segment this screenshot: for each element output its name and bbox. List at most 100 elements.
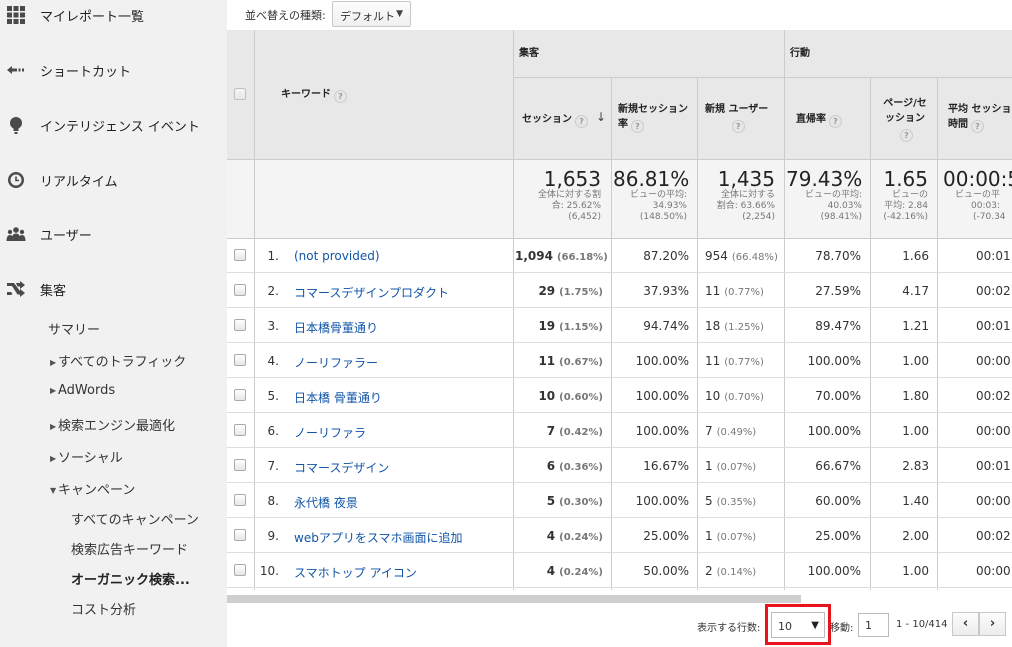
row-checkbox[interactable] [234,529,246,541]
select-all-checkbox[interactable] [234,88,246,100]
sessions-value: 4 [546,564,556,578]
column-header-pages-per-session[interactable]: ページ/セ ッション ? [879,96,931,142]
help-icon[interactable]: ? [575,115,588,128]
prev-page-button[interactable]: ‹ [952,612,979,636]
new-users-value: 1 [705,459,713,473]
sidebar-item-all-traffic[interactable]: ▶ すべてのトラフィック [50,351,186,370]
sessions-percent: (0.42%) [559,427,603,438]
table-row: 2. コマースデザインプロダクト 29 (1.75%) 37.93% 11 (0.7… [227,273,1012,308]
keyword-link[interactable]: スマホトップ アイコン [294,564,417,581]
grid-icon [7,6,25,24]
sidebar-item-label: コスト分析 [71,603,137,618]
sidebar-item-users[interactable]: ユーザー [0,214,227,254]
sidebar-item-social[interactable]: ▶ ソーシャル [50,447,123,466]
sessions-value: 10 [538,389,556,403]
sidebar-item-acquisition[interactable]: 集客 [0,269,227,309]
users-icon [6,227,26,241]
help-icon[interactable]: ? [631,120,644,133]
row-number: 3. [267,319,279,333]
column-header-label: ページ/セ [883,98,927,109]
sidebar-item-all-campaigns[interactable]: すべてのキャンペーン [71,509,199,528]
sessions-value: 4 [546,529,556,543]
new-users-value: 11 [705,354,721,368]
column-header-bounce-rate[interactable]: 直帰率? [796,112,842,128]
sidebar-item-cost-analysis[interactable]: コスト分析 [71,599,136,618]
sort-descending-arrow-icon[interactable]: ↓ [596,110,606,124]
sidebar-item-paid-keywords[interactable]: 検索広告キーワード [71,539,188,558]
help-icon[interactable]: ? [731,120,745,133]
sessions-cell: 1,094 (66.18%) [515,249,608,265]
row-checkbox[interactable] [234,459,246,471]
help-icon[interactable]: ? [829,115,842,128]
sidebar-item-intelligence-events[interactable]: インテリジェンス イベント [0,105,227,145]
sessions-cell: 19 (1.15%) [515,319,603,335]
sidebar-item-adwords[interactable]: ▶ AdWords [50,383,115,398]
new-sessions-rate-cell: 87.20% [643,249,689,263]
sort-type-dropdown[interactable]: デフォルト ▼ [332,1,411,27]
column-header-sessions[interactable]: セッション? [522,112,588,128]
next-page-button[interactable]: › [979,612,1006,636]
sidebar-item-seo[interactable]: ▶ 検索エンジン最適化 [50,415,175,434]
new-sessions-rate-cell: 37.93% [643,284,689,298]
keyword-link[interactable]: (not provided) [294,249,380,263]
row-checkbox[interactable] [234,564,246,576]
rows-per-page-label: 表示する行数: [697,623,761,634]
row-checkbox[interactable] [234,319,246,331]
row-number: 1. [267,249,279,263]
keyword-link[interactable]: 日本橋 骨董通り [294,389,382,406]
help-icon[interactable]: ? [334,90,347,103]
row-checkbox[interactable] [234,424,246,436]
column-header-avg-session-duration[interactable]: 平均 セッション 時間? [948,102,1012,133]
new-users-percent: (0.49%) [716,427,757,438]
avg-session-duration-cell: 00:01: [976,319,1012,333]
table-row: 3. 日本橋骨董通り 19 (1.15%) 94.74% 18 (1.25%) 89… [227,308,1012,343]
bounce-rate-cell: 60.00% [815,494,861,508]
sidebar-item-campaigns[interactable]: ▼ キャンペーン [50,479,135,498]
keyword-link[interactable]: コマースデザインプロダクト [294,284,449,301]
help-icon[interactable]: ? [971,120,984,133]
new-users-percent: (0.07%) [716,462,757,473]
sidebar-item-summary[interactable]: サマリー [48,319,100,338]
new-users-percent: (0.77%) [724,357,764,368]
sessions-cell: 6 (0.36%) [515,459,603,475]
sidebar-item-organic-search[interactable]: オーガニック検索... [71,569,190,588]
row-checkbox[interactable] [234,249,246,261]
pages-per-session-cell: 1.21 [902,319,929,333]
help-icon[interactable]: ? [900,129,913,142]
row-checkbox[interactable] [234,284,246,296]
keyword-link[interactable]: 永代橋 夜景 [294,494,358,511]
total-avg-session-duration: 00:00:5 ビューの平 00:03: (-70.34 [943,168,1012,223]
sidebar-item-realtime[interactable]: リアルタイム [0,160,227,200]
row-number: 10. [259,564,279,578]
pages-per-session-cell: 4.17 [902,284,929,298]
row-divider [227,587,1012,588]
keyword-link[interactable]: ノーリファラー [294,354,378,371]
total-note: ビューの平均: [629,190,687,200]
sidebar-item-shortcuts[interactable]: ショートカット [0,50,227,90]
column-header-label: 平均 セッション [948,104,1012,115]
sort-type-label: 並べ替えの種類: [245,9,326,22]
keyword-link[interactable]: コマースデザイン [294,459,389,476]
sessions-cell: 5 (0.30%) [515,494,603,510]
row-checkbox[interactable] [234,389,246,401]
goto-page-input[interactable]: 1 [858,613,889,637]
row-number: 7. [267,459,279,473]
new-users-percent: (0.70%) [724,392,764,403]
keyword-link[interactable]: webアプリをスマホ画面に追加 [294,529,462,546]
column-header-keyword[interactable]: キーワード? [281,87,347,103]
column-header-new-sessions-rate[interactable]: 新規セッション 率? [618,102,694,133]
table-row: 6. ノーリファラ 7 (0.42%) 100.00% 7 (0.49%) 100.… [227,413,1012,448]
pages-per-session-cell: 2.83 [902,459,929,473]
new-users-cell: 7 (0.49%) [705,424,756,440]
horizontal-scrollbar[interactable] [227,595,801,603]
sidebar-item-my-reports[interactable]: マイレポート一覧 [0,0,227,35]
new-users-percent: (0.07%) [716,532,757,543]
column-header-label: セッション [522,114,572,125]
keyword-link[interactable]: ノーリファラ [294,424,366,441]
sessions-percent: (0.24%) [559,532,603,543]
keyword-link[interactable]: 日本橋骨董通り [294,319,378,336]
sidebar-item-label: ショートカット [40,65,132,80]
column-header-new-users[interactable]: 新規 ユーザー ? [705,102,768,133]
row-checkbox[interactable] [234,354,246,366]
row-checkbox[interactable] [234,494,246,506]
